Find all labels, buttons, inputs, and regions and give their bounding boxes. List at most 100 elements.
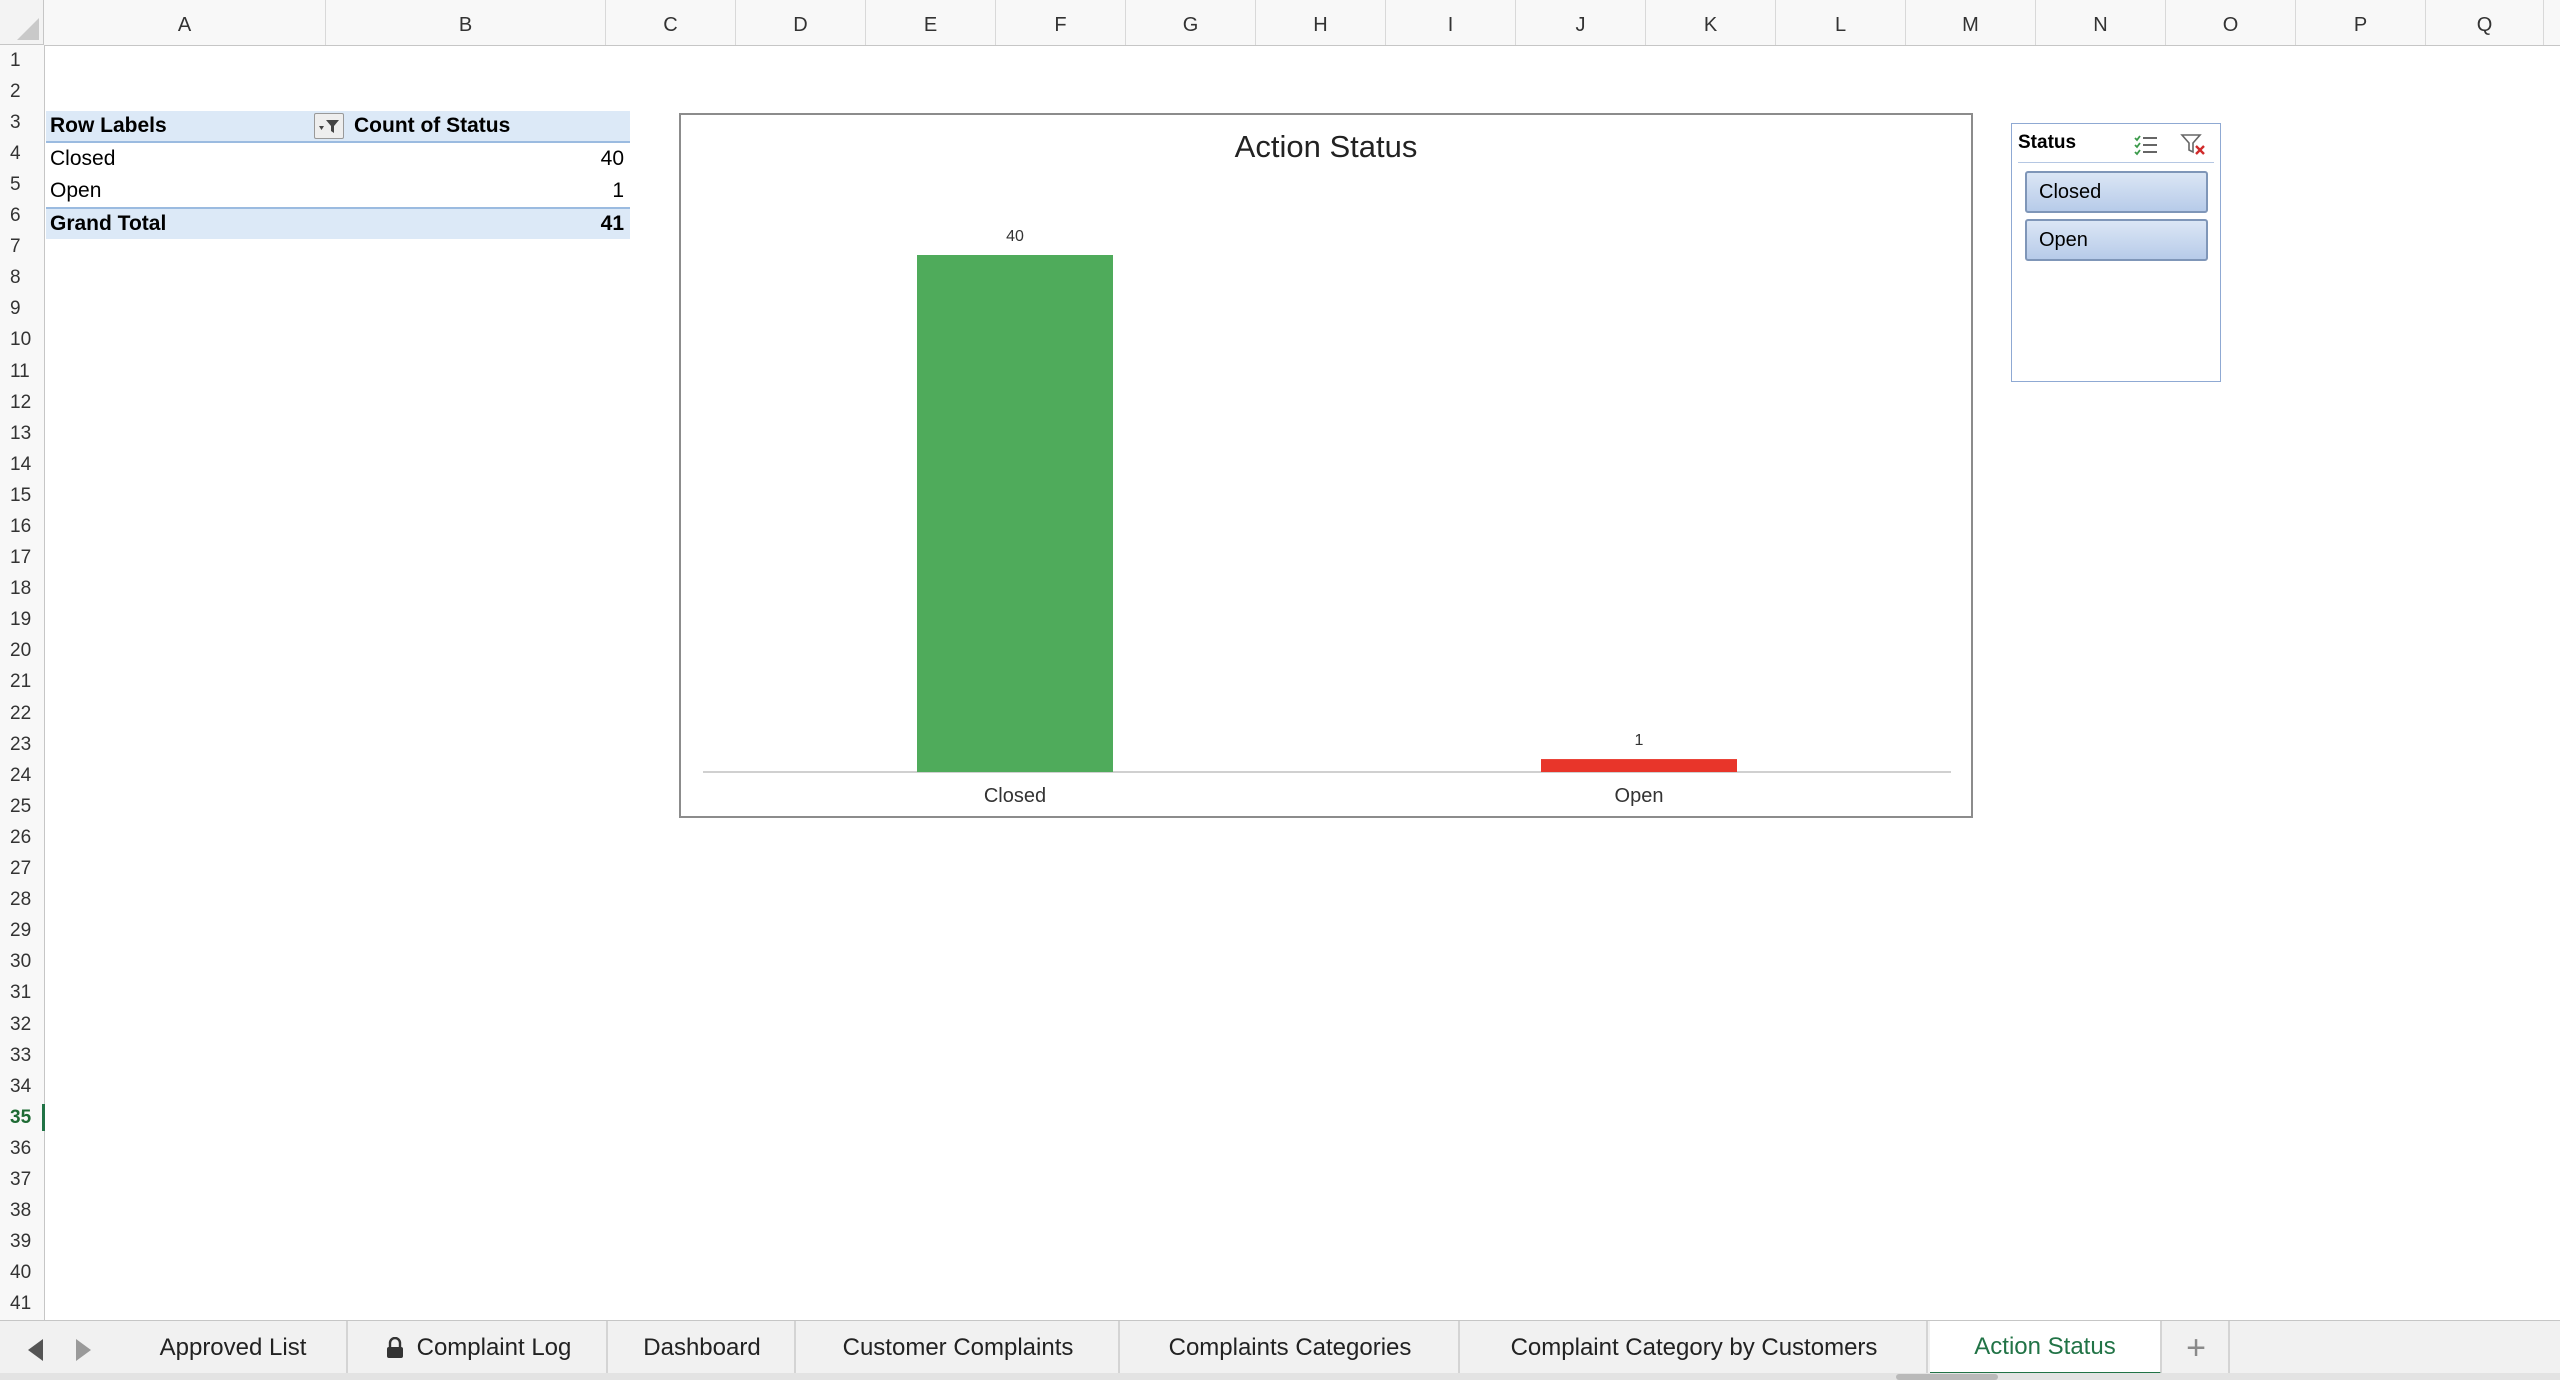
row-header-2[interactable]: 2 xyxy=(0,76,44,107)
row-header-23[interactable]: 23 xyxy=(0,729,44,760)
column-header-l[interactable]: L xyxy=(1776,0,1906,45)
sheet-tab-approved-list[interactable]: Approved List xyxy=(120,1321,348,1375)
pivot-grand-total-row: Grand Total 41 xyxy=(46,207,630,239)
row-header-7[interactable]: 7 xyxy=(0,232,44,263)
row-header-24[interactable]: 24 xyxy=(0,760,44,791)
filter-dropdown-icon xyxy=(319,120,339,133)
slicer-item-closed[interactable]: Closed xyxy=(2025,171,2208,213)
pivot-count-header: Count of Status xyxy=(354,114,511,137)
row-header-8[interactable]: 8 xyxy=(0,263,44,294)
category-label-closed: Closed xyxy=(984,785,1046,807)
column-header-m[interactable]: M xyxy=(1906,0,2036,45)
column-header-e[interactable]: E xyxy=(866,0,996,45)
row-header-33[interactable]: 33 xyxy=(0,1040,44,1071)
column-header-i[interactable]: I xyxy=(1386,0,1516,45)
horizontal-scrollbar-track[interactable] xyxy=(0,1373,2560,1380)
column-header-c[interactable]: C xyxy=(606,0,736,45)
sheet-tab-label: Complaints Categories xyxy=(1168,1334,1412,1361)
sheet-tab-action-status[interactable]: Action Status xyxy=(1930,1321,2162,1375)
pivot-filter-button[interactable] xyxy=(314,113,344,139)
chart-plot-area: 40 Closed 1 Open xyxy=(703,228,1951,807)
row-header-41[interactable]: 41 xyxy=(0,1289,44,1320)
row-header-21[interactable]: 21 xyxy=(0,667,44,698)
bar-open[interactable] xyxy=(1541,759,1737,772)
sheet-tab-complaint-log[interactable]: Complaint Log xyxy=(350,1321,608,1375)
data-label-closed: 40 xyxy=(1006,228,1024,245)
pivot-data-row[interactable]: Closed 40 xyxy=(46,144,630,174)
row-header-18[interactable]: 18 xyxy=(0,574,44,605)
row-header-22[interactable]: 22 xyxy=(0,698,44,729)
row-header-13[interactable]: 13 xyxy=(0,418,44,449)
sheet-tab-label: Complaint Log xyxy=(416,1334,572,1361)
row-header-36[interactable]: 36 xyxy=(0,1133,44,1164)
sheet-tab-complaint-category-by-customers[interactable]: Complaint Category by Customers xyxy=(1462,1321,1928,1375)
scroll-tabs-left-icon[interactable] xyxy=(28,1339,43,1361)
sheet-tab-dashboard[interactable]: Dashboard xyxy=(610,1321,796,1375)
row-header-5[interactable]: 5 xyxy=(0,169,44,200)
grand-total-label: Grand Total xyxy=(50,212,167,235)
row-header-9[interactable]: 9 xyxy=(0,294,44,325)
column-header-p[interactable]: P xyxy=(2296,0,2426,45)
pivot-row-label: Open xyxy=(50,179,102,202)
data-label-open: 1 xyxy=(1635,732,1644,749)
slicer-item-open[interactable]: Open xyxy=(2025,219,2208,261)
row-header-3[interactable]: 3 xyxy=(0,107,44,138)
row-header-39[interactable]: 39 xyxy=(0,1227,44,1258)
column-header-b[interactable]: B xyxy=(326,0,606,45)
sheet-tab-customer-complaints[interactable]: Customer Complaints xyxy=(798,1321,1120,1375)
row-header-4[interactable]: 4 xyxy=(0,138,44,169)
row-header-40[interactable]: 40 xyxy=(0,1258,44,1289)
row-header-30[interactable]: 30 xyxy=(0,947,44,978)
lock-icon xyxy=(386,1337,403,1358)
pivot-row-labels-header: Row Labels xyxy=(50,114,167,137)
row-header-1[interactable]: 1 xyxy=(0,45,44,76)
multi-select-icon[interactable] xyxy=(2132,132,2160,158)
row-header-10[interactable]: 10 xyxy=(0,325,44,356)
column-header-o[interactable]: O xyxy=(2166,0,2296,45)
row-header-14[interactable]: 14 xyxy=(0,449,44,480)
add-sheet-button[interactable]: + xyxy=(2164,1321,2230,1375)
sheet-tab-complaints-categories[interactable]: Complaints Categories xyxy=(1122,1321,1460,1375)
column-header-h[interactable]: H xyxy=(1256,0,1386,45)
column-header-n[interactable]: N xyxy=(2036,0,2166,45)
row-header-35[interactable]: 35 xyxy=(0,1102,45,1133)
row-header-15[interactable]: 15 xyxy=(0,480,44,511)
row-header-34[interactable]: 34 xyxy=(0,1071,44,1102)
column-header-k[interactable]: K xyxy=(1646,0,1776,45)
grand-total-value: 41 xyxy=(600,212,624,235)
row-header-37[interactable]: 37 xyxy=(0,1165,44,1196)
row-header-32[interactable]: 32 xyxy=(0,1009,44,1040)
row-header-16[interactable]: 16 xyxy=(0,511,44,542)
row-header-31[interactable]: 31 xyxy=(0,978,44,1009)
row-header-26[interactable]: 26 xyxy=(0,822,44,853)
bar-closed[interactable] xyxy=(917,255,1113,772)
action-status-chart[interactable]: Action Status 40 Closed 1 Open xyxy=(679,113,1973,818)
row-header-19[interactable]: 19 xyxy=(0,605,44,636)
select-all-corner[interactable] xyxy=(0,0,44,45)
row-header-20[interactable]: 20 xyxy=(0,636,44,667)
column-header-j[interactable]: J xyxy=(1516,0,1646,45)
column-header-f[interactable]: F xyxy=(996,0,1126,45)
pivot-data-row[interactable]: Open 1 xyxy=(46,176,630,206)
row-header-6[interactable]: 6 xyxy=(0,200,44,231)
row-header-11[interactable]: 11 xyxy=(0,356,44,387)
column-header-g[interactable]: G xyxy=(1126,0,1256,45)
status-slicer[interactable]: Status Closed Open xyxy=(2011,123,2221,382)
horizontal-scrollbar-thumb[interactable] xyxy=(1896,1374,1998,1380)
row-header-17[interactable]: 17 xyxy=(0,543,44,574)
column-header-d[interactable]: D xyxy=(736,0,866,45)
row-header-12[interactable]: 12 xyxy=(0,387,44,418)
sheet-tab-label: Action Status xyxy=(1974,1332,2116,1360)
scroll-tabs-right-icon[interactable] xyxy=(76,1339,91,1361)
column-header-bar: ABCDEFGHIJKLMNOPQ xyxy=(44,0,2560,46)
row-header-38[interactable]: 38 xyxy=(0,1196,44,1227)
category-label-open: Open xyxy=(1615,785,1664,807)
pivot-header-row: Row Labels Count of Status xyxy=(46,111,630,143)
column-header-q[interactable]: Q xyxy=(2426,0,2544,45)
row-header-25[interactable]: 25 xyxy=(0,791,44,822)
column-header-a[interactable]: A xyxy=(44,0,326,45)
clear-filter-icon[interactable] xyxy=(2180,132,2208,158)
row-header-29[interactable]: 29 xyxy=(0,916,44,947)
row-header-27[interactable]: 27 xyxy=(0,854,44,885)
row-header-28[interactable]: 28 xyxy=(0,885,44,916)
